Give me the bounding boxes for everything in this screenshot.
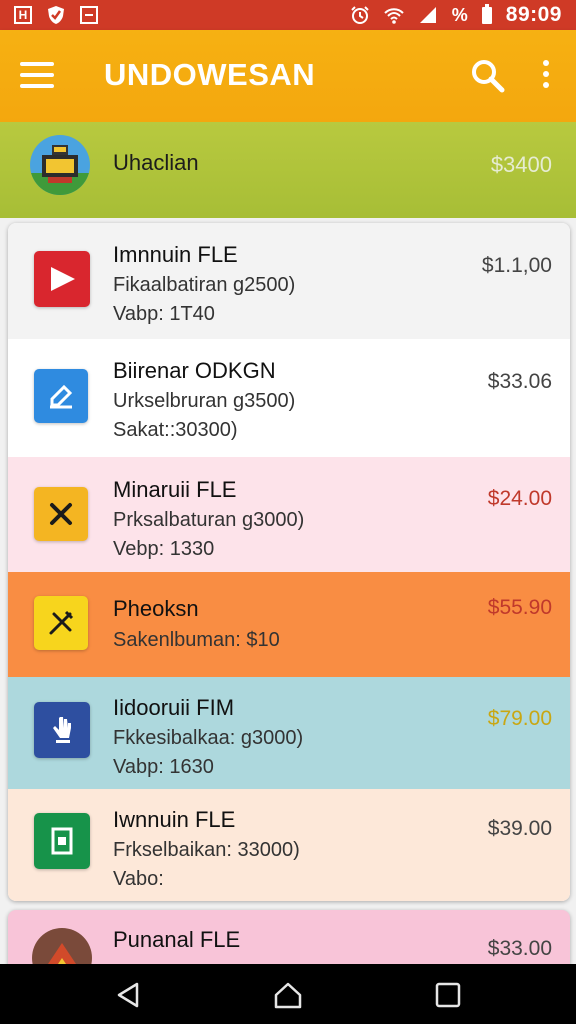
item-title: Biirenar ODKGN [113,358,276,383]
header-name: Uhaclian [113,150,199,175]
item-subdetail: Vabp: 1T40 [113,303,215,325]
menu-button[interactable] [20,62,54,88]
shield-icon [48,6,64,24]
list-item[interactable]: Iidooruii FIM Fkkesibalkaa: g3000) Vabp:… [8,677,570,789]
avatar [30,135,90,195]
item-title: Minaruii FLE [113,477,237,502]
receipt-icon [34,813,90,869]
signal-icon [419,7,436,23]
status-bar: H % 89:09 [0,0,576,30]
item-title: Punanal FLE [113,927,241,952]
header-row[interactable]: Uhaclian $3400 [0,122,576,218]
more-options-icon[interactable] [538,60,554,94]
list-item[interactable]: Minaruii FLE Prksalbaturan g3000) Vebp: … [8,457,570,572]
edit-icon [34,369,88,423]
item-price: $24.00 [487,487,552,510]
tools-icon [34,596,88,650]
battery-icon [481,3,492,24]
item-detail: Frkselbaikan: 33000) [113,839,300,861]
item-detail: Fikaalbatiran g2500) [113,274,296,296]
item-price: $79.00 [487,707,552,730]
back-icon[interactable] [113,980,143,1010]
minus-box-icon [80,6,98,24]
item-subdetail: Sakat::30300) [113,419,238,441]
item-detail: Urkselbruran g3500) [113,390,296,412]
list-item[interactable]: Pheoksn Sakenlbuman: $10 $55.90 [8,572,570,677]
items-card: Imnnuin FLE Fikaalbatiran g2500) Vabp: 1… [8,223,570,901]
play-icon [34,251,90,307]
wifi-icon [384,8,404,24]
item-detail: Prksalbaturan g3000) [113,509,305,531]
list-item[interactable]: Imnnuin FLE Fikaalbatiran g2500) Vabp: 1… [8,223,570,339]
h-box-icon: H [14,6,32,24]
item-subdetail: Vabo: [113,868,164,890]
hand-icon [34,702,90,758]
alarm-icon [351,6,369,24]
item-subdetail: Vabp: 1630 [113,756,214,778]
app-title: UNDOWESAN [104,57,316,92]
item-title: Iwnnuin FLE [113,807,236,832]
item-title: Imnnuin FLE [113,242,238,267]
item-price: $1.1,00 [481,254,552,277]
list-item[interactable]: Punanal FLE $33.00 [8,910,570,970]
list-item[interactable]: Iwnnuin FLE Frkselbaikan: 33000) Vabo: $… [8,789,570,901]
clock: 89:09 [505,3,562,26]
close-x-icon [34,487,88,541]
item-detail: Fkkesibalkaa: g3000) [113,727,304,749]
item-detail: Sakenlbuman: $10 [113,629,280,651]
header-price: $3400 [490,152,552,177]
item-subdetail: Vebp: 1330 [113,538,215,560]
percent-label: % [451,4,468,25]
list-item[interactable]: Biirenar ODKGN Urkselbruran g3500) Sakat… [8,339,570,457]
item-price: $55.90 [487,596,552,619]
item-title: Pheoksn [113,596,199,621]
item-price: $39.00 [487,817,552,840]
recents-icon[interactable] [433,980,463,1010]
app-bar: UNDOWESAN [0,30,576,122]
navigation-bar [0,964,576,1024]
item-price: $33.00 [487,937,552,960]
item-price: $33.06 [487,370,552,393]
search-icon[interactable] [470,58,506,94]
item-title: Iidooruii FIM [113,695,235,720]
home-icon[interactable] [273,980,303,1010]
